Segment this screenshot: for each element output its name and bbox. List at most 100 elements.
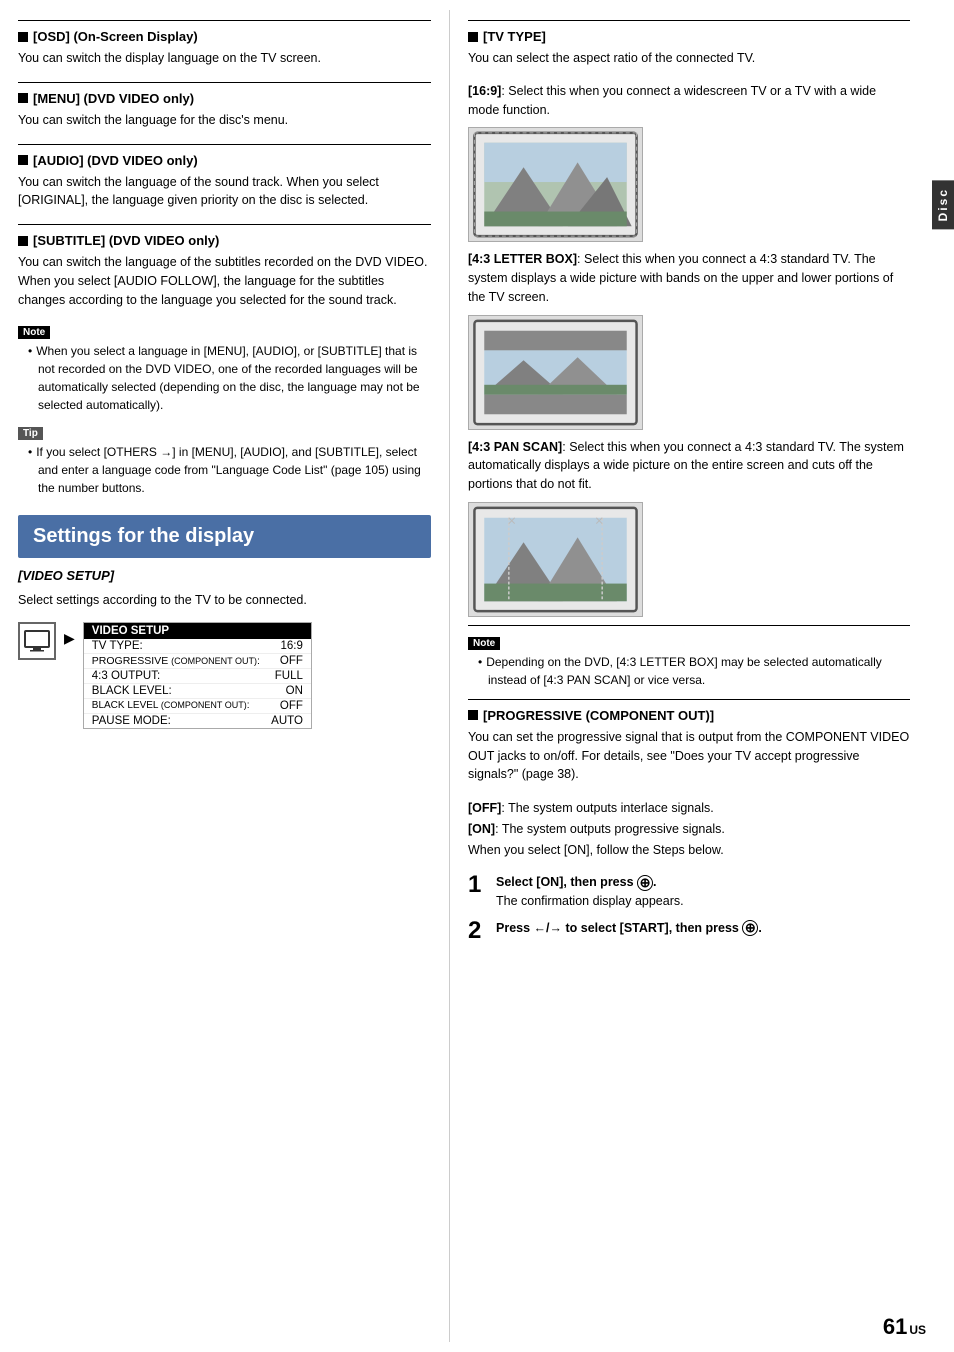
section-audio-body: You can switch the language of the sound… xyxy=(18,173,431,211)
arrow-right-icon: ▶ xyxy=(64,622,75,647)
menu-val-5: AUTO xyxy=(271,715,303,727)
note-item-panscan: Depending on the DVD, [4:3 LETTER BOX] m… xyxy=(478,653,910,689)
section-osd: [OSD] (On-Screen Display) You can switch… xyxy=(18,20,431,68)
page-number-box: 61 US xyxy=(883,1314,926,1340)
step-1-sub: The confirmation display appears. xyxy=(496,894,684,908)
menu-key-0: TV TYPE: xyxy=(92,640,143,652)
tv-diagram-16-9 xyxy=(468,127,643,242)
section-subtitle-title: [SUBTITLE] (DVD VIDEO only) xyxy=(18,233,431,248)
progressive-on-note: When you select [ON], follow the Steps b… xyxy=(468,841,910,860)
note-box-language: Note When you select a language in [MENU… xyxy=(18,323,431,414)
tv-svg-panscan xyxy=(469,503,642,616)
section-16-9: [16:9]: Select this when you connect a w… xyxy=(468,82,910,120)
menu-row-1: PROGRESSIVE (COMPONENT OUT): OFF xyxy=(84,654,311,669)
note-box-panscan: Note Depending on the DVD, [4:3 LETTER B… xyxy=(468,625,910,689)
menu-val-3: ON xyxy=(286,685,303,697)
menu-header: VIDEO SETUP xyxy=(84,623,311,639)
menu-key-3: BLACK LEVEL: xyxy=(92,685,172,697)
note-label: Note xyxy=(18,326,50,339)
setup-menu: ▶ VIDEO SETUP TV TYPE: 16:9 PROGRESSIVE … xyxy=(18,622,431,729)
menu-row-4: BLACK LEVEL (COMPONENT OUT): OFF xyxy=(84,699,311,714)
page: Disc [OSD] (On-Screen Display) You can s… xyxy=(0,0,954,1352)
step-2-body: Press ←/→ to select [START], then press … xyxy=(496,919,762,938)
section-tv-type: [TV TYPE] You can select the aspect rati… xyxy=(468,20,910,68)
tip-item: If you select [OTHERS →] in [MENU], [AUD… xyxy=(28,443,431,497)
label-letterbox: [4:3 LETTER BOX] xyxy=(468,252,577,266)
progressive-off-body: The system outputs interlace signals. xyxy=(508,801,714,815)
title-square-icon xyxy=(18,236,28,246)
side-tab-label: Disc xyxy=(936,188,950,221)
step-2-num: 2 xyxy=(468,919,488,943)
progressive-on: [ON]: The system outputs progressive sig… xyxy=(468,820,910,839)
label-16-9: [16:9] xyxy=(468,84,501,98)
video-setup-desc: Select settings according to the TV to b… xyxy=(18,591,431,610)
menu-key-5: PAUSE MODE: xyxy=(92,715,171,727)
tip-box: Tip If you select [OTHERS →] in [MENU], … xyxy=(18,424,431,497)
menu-table: VIDEO SETUP TV TYPE: 16:9 PROGRESSIVE (C… xyxy=(83,622,312,729)
menu-row-5: PAUSE MODE: AUTO xyxy=(84,714,311,728)
tv-svg-16-9 xyxy=(469,128,642,241)
step-1-body: Select [ON], then press ⊕. The confirmat… xyxy=(496,873,684,911)
section-audio-title: [AUDIO] (DVD VIDEO only) xyxy=(18,153,431,168)
body-16-9: Select this when you connect a widescree… xyxy=(468,84,876,117)
steps-container: 1 Select [ON], then press ⊕. The confirm… xyxy=(468,873,910,943)
monitor-icon xyxy=(23,627,51,655)
page-suffix: US xyxy=(909,1323,926,1337)
settings-heading-box: Settings for the display xyxy=(18,515,431,558)
tv-diagram-panscan xyxy=(468,502,643,617)
right-column: [TV TYPE] You can select the aspect rati… xyxy=(450,10,932,1342)
section-subtitle: [SUBTITLE] (DVD VIDEO only) You can swit… xyxy=(18,224,431,309)
setup-icon xyxy=(18,622,56,660)
section-osd-title: [OSD] (On-Screen Display) xyxy=(18,29,431,44)
title-square-icon xyxy=(18,32,28,42)
section-menu-title: [MENU] (DVD VIDEO only) xyxy=(18,91,431,106)
progressive-on-label: [ON] xyxy=(468,822,495,836)
section-osd-body: You can switch the display language on t… xyxy=(18,49,431,68)
menu-row-2: 4:3 OUTPUT: FULL xyxy=(84,669,311,684)
title-square-icon xyxy=(468,710,478,720)
menu-key-4: BLACK LEVEL (COMPONENT OUT): xyxy=(92,700,250,712)
menu-key-2: 4:3 OUTPUT: xyxy=(92,670,160,682)
tv-diagram-letterbox xyxy=(468,315,643,430)
note-body: When you select a language in [MENU], [A… xyxy=(18,342,431,414)
settings-heading: Settings for the display xyxy=(33,525,416,548)
main-content: [OSD] (On-Screen Display) You can switch… xyxy=(0,0,932,1352)
title-square-icon xyxy=(18,93,28,103)
title-square-icon xyxy=(18,155,28,165)
progressive-off-label: [OFF] xyxy=(468,801,501,815)
page-number: 61 xyxy=(883,1314,907,1340)
label-panscan: [4:3 PAN SCAN] xyxy=(468,440,562,454)
menu-row-3: BLACK LEVEL: ON xyxy=(84,684,311,699)
note-item: When you select a language in [MENU], [A… xyxy=(28,342,431,414)
step-2: 2 Press ←/→ to select [START], then pres… xyxy=(468,919,910,943)
tv-svg-letterbox xyxy=(469,316,642,429)
video-setup-label: [VIDEO SETUP] xyxy=(18,568,431,583)
section-progressive-title: [PROGRESSIVE (COMPONENT OUT)] xyxy=(468,708,910,723)
progressive-on-body: The system outputs progressive signals. xyxy=(502,822,725,836)
section-tv-type-title: [TV TYPE] xyxy=(468,29,910,44)
tip-label: Tip xyxy=(18,427,43,440)
menu-val-4: OFF xyxy=(280,700,303,712)
section-menu: [MENU] (DVD VIDEO only) You can switch t… xyxy=(18,82,431,130)
circle-btn-1: ⊕ xyxy=(637,875,653,891)
side-tab: Disc xyxy=(932,180,954,229)
progressive-off: [OFF]: The system outputs interlace sign… xyxy=(468,799,910,818)
menu-val-1: OFF xyxy=(280,655,303,667)
circle-btn-2: ⊕ xyxy=(742,920,758,936)
step-1: 1 Select [ON], then press ⊕. The confirm… xyxy=(468,873,910,911)
section-letter-box: [4:3 LETTER BOX]: Select this when you c… xyxy=(468,250,910,306)
title-square-icon xyxy=(468,32,478,42)
menu-row-0: TV TYPE: 16:9 xyxy=(84,639,311,654)
section-pan-scan: [4:3 PAN SCAN]: Select this when you con… xyxy=(468,438,910,494)
section-audio: [AUDIO] (DVD VIDEO only) You can switch … xyxy=(18,144,431,211)
section-menu-body: You can switch the language for the disc… xyxy=(18,111,431,130)
note-label-panscan: Note xyxy=(468,637,500,650)
left-column: [OSD] (On-Screen Display) You can switch… xyxy=(0,10,450,1342)
tip-body: If you select [OTHERS →] in [MENU], [AUD… xyxy=(18,443,431,497)
section-progressive: [PROGRESSIVE (COMPONENT OUT)] You can se… xyxy=(468,699,910,860)
step-1-num: 1 xyxy=(468,873,488,897)
menu-val-0: 16:9 xyxy=(281,640,303,652)
section-tv-type-body: You can select the aspect ratio of the c… xyxy=(468,49,910,68)
menu-key-1: PROGRESSIVE (COMPONENT OUT): xyxy=(92,655,260,667)
note-body-panscan: Depending on the DVD, [4:3 LETTER BOX] m… xyxy=(468,653,910,689)
